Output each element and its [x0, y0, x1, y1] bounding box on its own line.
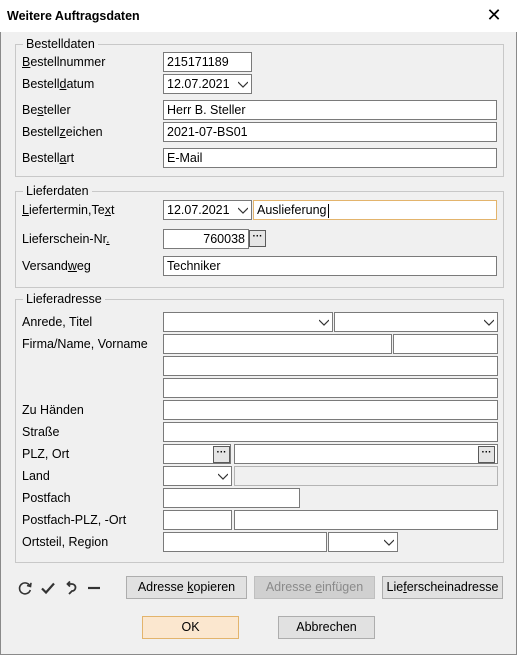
titel-select[interactable]: [334, 312, 498, 332]
bestellart-label: Bestellart: [22, 151, 75, 165]
minus-icon[interactable]: [86, 580, 102, 596]
adresse-kopieren-button[interactable]: Adresse kopieren: [126, 576, 247, 599]
plz-lookup-button[interactable]: ···: [213, 446, 230, 463]
bestellzeichen-input[interactable]: 2021-07-BS01: [163, 122, 497, 142]
liefertermin-date-combo[interactable]: 12.07.2021: [163, 200, 252, 220]
undo-icon[interactable]: [63, 580, 79, 596]
versandweg-input[interactable]: Techniker: [163, 256, 497, 276]
strasse-input[interactable]: [163, 422, 498, 442]
text-caret: [328, 204, 329, 218]
versandweg-label: Versandweg: [22, 259, 91, 273]
postfach-plz-input[interactable]: [163, 510, 232, 530]
ellipsis-icon: ···: [216, 447, 227, 458]
postfach-input[interactable]: [163, 488, 300, 508]
firma-label: Firma/Name, Vorname: [22, 337, 148, 351]
liefertermin-label: Liefertermin,Text: [22, 203, 115, 217]
postfach-plz-label: Postfach-PLZ, -Ort: [22, 513, 127, 527]
lieferscheinadresse-button[interactable]: Lieferscheinadresse: [382, 576, 503, 599]
land-select[interactable]: [163, 466, 232, 486]
chevron-down-icon[interactable]: [319, 317, 329, 327]
besteller-input[interactable]: Herr B. Steller: [163, 100, 497, 120]
ellipsis-icon: ···: [252, 231, 263, 242]
chevron-down-icon[interactable]: [218, 471, 228, 481]
land-label: Land: [22, 469, 50, 483]
firma-name-input[interactable]: [163, 334, 392, 354]
title-bar: Weitere Auftragsdaten ✕: [0, 0, 517, 32]
bestelldatum-value: 12.07.2021: [167, 77, 230, 91]
ortsteil-input[interactable]: [163, 532, 327, 552]
ort-input[interactable]: [234, 444, 498, 464]
vorname-input[interactable]: [393, 334, 498, 354]
land-name-field: [234, 466, 498, 486]
close-icon[interactable]: ✕: [484, 5, 504, 25]
ok-button[interactable]: OK: [142, 616, 239, 639]
anrede-select[interactable]: [163, 312, 333, 332]
liefertermin-value: 12.07.2021: [167, 203, 230, 217]
bestelldatum-date-combo[interactable]: 12.07.2021: [163, 74, 252, 94]
zuhaenden-input[interactable]: [163, 400, 498, 420]
ellipsis-icon: ···: [481, 447, 492, 458]
zuhaenden-label: Zu Händen: [22, 403, 84, 417]
region-select[interactable]: [328, 532, 398, 552]
bestellzeichen-label: Bestellzeichen: [22, 125, 103, 139]
ortsteil-label: Ortsteil, Region: [22, 535, 109, 549]
postfach-label: Postfach: [22, 491, 71, 505]
bestelldaten-legend: Bestelldaten: [23, 37, 98, 51]
plz-ort-label: PLZ, Ort: [22, 447, 70, 461]
lieferschein-lookup-button[interactable]: ···: [249, 230, 266, 247]
check-icon[interactable]: [40, 580, 56, 596]
postfach-ort-input[interactable]: [234, 510, 498, 530]
firma-line3-input[interactable]: [163, 378, 498, 398]
refresh-icon[interactable]: [17, 580, 33, 596]
lieferdaten-legend: Lieferdaten: [23, 184, 92, 198]
firma-line2-input[interactable]: [163, 356, 498, 376]
liefertext-input[interactable]: Auslieferung: [253, 200, 497, 220]
lieferschein-nr-input[interactable]: 760038: [163, 229, 249, 249]
chevron-down-icon[interactable]: [384, 537, 394, 547]
bestellnummer-label: Bestellnummer: [22, 55, 106, 69]
dialog-title: Weitere Auftragsdaten: [7, 9, 140, 23]
bestellart-input[interactable]: E-Mail: [163, 148, 497, 168]
chevron-down-icon[interactable]: [238, 79, 248, 89]
anrede-label: Anrede, Titel: [22, 315, 93, 329]
lieferschein-label: Lieferschein-Nr.: [22, 232, 110, 246]
bestelldatum-label: Bestelldatum: [22, 77, 95, 91]
bestellnummer-input[interactable]: 215171189: [163, 52, 252, 72]
chevron-down-icon[interactable]: [484, 317, 494, 327]
strasse-label: Straße: [22, 425, 60, 439]
abbrechen-button[interactable]: Abbrechen: [278, 616, 375, 639]
chevron-down-icon[interactable]: [238, 205, 248, 215]
besteller-label: Besteller: [22, 103, 71, 117]
lieferadresse-legend: Lieferadresse: [23, 292, 105, 306]
adresse-einfuegen-button[interactable]: Adresse einfügen: [254, 576, 375, 599]
ort-lookup-button[interactable]: ···: [478, 446, 495, 463]
